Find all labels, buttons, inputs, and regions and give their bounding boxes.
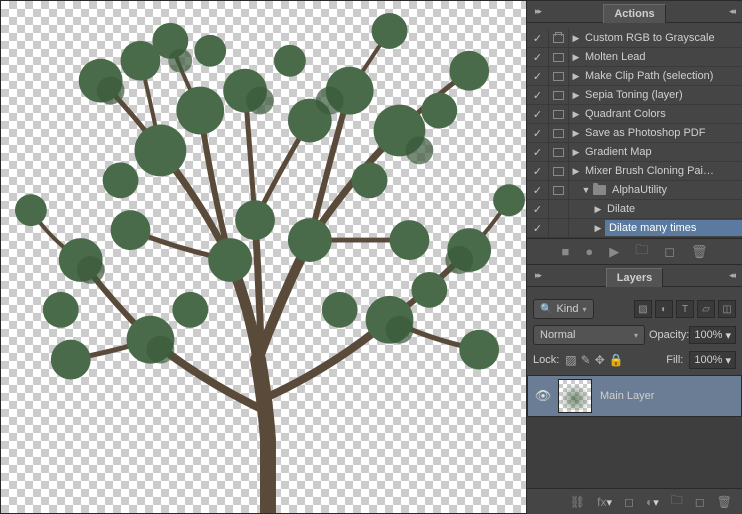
lock-position-icon[interactable]: ✥	[595, 353, 605, 367]
folder-icon	[593, 185, 606, 195]
stop-icon[interactable]: ■	[561, 244, 569, 259]
mask-icon[interactable]: ◻	[624, 495, 634, 509]
lock-pixels-icon[interactable]: ✎	[581, 353, 591, 367]
lock-transparency-icon[interactable]: ▨	[565, 353, 576, 367]
visibility-icon[interactable]: 👁	[528, 388, 558, 404]
action-child[interactable]: ✓▶Dilate	[527, 200, 742, 219]
action-item[interactable]: ✓▶Custom RGB to Grayscale	[527, 29, 742, 48]
action-child-selected[interactable]: ✓▶Dilate many times	[527, 219, 742, 238]
canvas-area[interactable]	[0, 0, 527, 514]
layer-row[interactable]: 👁 Main Layer	[527, 375, 742, 417]
fill-value[interactable]: 100%▾	[689, 351, 736, 369]
adjustment-icon[interactable]: ◐▾	[646, 495, 659, 509]
panels-sidebar: ▸▸ Actions ◂◂ ✓▶Custom RGB to Grayscale …	[527, 0, 742, 514]
filter-kind-select[interactable]: 🔍Kind▾	[533, 299, 594, 319]
record-icon[interactable]: ●	[585, 244, 593, 259]
actions-panel: ▸▸ Actions ◂◂ ✓▶Custom RGB to Grayscale …	[527, 0, 742, 264]
lock-label: Lock:	[533, 354, 559, 366]
layers-panel-header[interactable]: ▸▸ Layers ◂◂	[527, 265, 742, 287]
blend-mode-select[interactable]: Normal▾	[533, 325, 645, 345]
layer-name[interactable]: Main Layer	[600, 390, 654, 402]
action-item[interactable]: ✓▶Sepia Toning (layer)	[527, 86, 742, 105]
new-action-icon[interactable]: ◻	[664, 244, 675, 260]
opacity-label: Opacity:	[649, 329, 689, 341]
action-item[interactable]: ✓▶Make Clip Path (selection)	[527, 67, 742, 86]
collapse-icon[interactable]: ◂◂	[729, 270, 734, 281]
layers-body: 🔍Kind▾ ▧ ◐ T ▱ ◫ Normal▾ Opacity: 100%▾ …	[527, 293, 742, 375]
filter-pixel-icon[interactable]: ▧	[634, 300, 652, 318]
lock-all-icon[interactable]: 🔒	[609, 353, 624, 367]
collapse-icon[interactable]: ◂◂	[729, 6, 734, 17]
actions-panel-header[interactable]: ▸▸ Actions ◂◂	[527, 1, 742, 23]
collapse-icon[interactable]: ▸▸	[535, 6, 540, 17]
filter-type-icon[interactable]: T	[676, 300, 694, 318]
trash-icon[interactable]: 🗑	[717, 495, 732, 509]
new-set-icon[interactable]: 🗀	[635, 241, 648, 263]
filter-adjustment-icon[interactable]: ◐	[655, 300, 673, 318]
action-item[interactable]: ✓▶Molten Lead	[527, 48, 742, 67]
action-folder[interactable]: ✓▼AlphaUtility	[527, 181, 742, 200]
action-item[interactable]: ✓▶Save as Photoshop PDF	[527, 124, 742, 143]
link-icon[interactable]: ⛓	[570, 495, 585, 509]
play-icon[interactable]: ▶	[609, 244, 619, 260]
actions-list: ✓▶Custom RGB to Grayscale ✓▶Molten Lead …	[527, 29, 742, 238]
layers-panel: ▸▸ Layers ◂◂ 🔍Kind▾ ▧ ◐ T ▱ ◫ Normal▾ Op…	[527, 264, 742, 514]
layer-thumbnail[interactable]	[558, 379, 592, 413]
actions-tab[interactable]: Actions	[603, 4, 665, 23]
action-item[interactable]: ✓▶Gradient Map	[527, 143, 742, 162]
layers-footer: ⛓ fx▾ ◻ ◐▾ 🗀 ◻ 🗑	[527, 488, 742, 514]
filter-shape-icon[interactable]: ▱	[697, 300, 715, 318]
action-item[interactable]: ✓▶Quadrant Colors	[527, 105, 742, 124]
layers-tab[interactable]: Layers	[606, 268, 663, 287]
tree-image	[1, 1, 526, 513]
opacity-value[interactable]: 100%▾	[689, 326, 736, 344]
actions-footer: ■ ● ▶ 🗀 ◻ 🗑	[527, 238, 742, 264]
filter-smart-icon[interactable]: ◫	[718, 300, 736, 318]
group-icon[interactable]: 🗀	[671, 491, 683, 512]
fill-label: Fill:	[666, 354, 683, 366]
fx-icon[interactable]: fx▾	[597, 495, 612, 509]
trash-icon[interactable]: 🗑	[691, 244, 708, 260]
new-layer-icon[interactable]: ◻	[695, 495, 705, 509]
collapse-icon[interactable]: ▸▸	[535, 270, 540, 281]
layers-empty-area[interactable]	[527, 417, 742, 488]
action-item[interactable]: ✓▶Mixer Brush Cloning Pai…	[527, 162, 742, 181]
